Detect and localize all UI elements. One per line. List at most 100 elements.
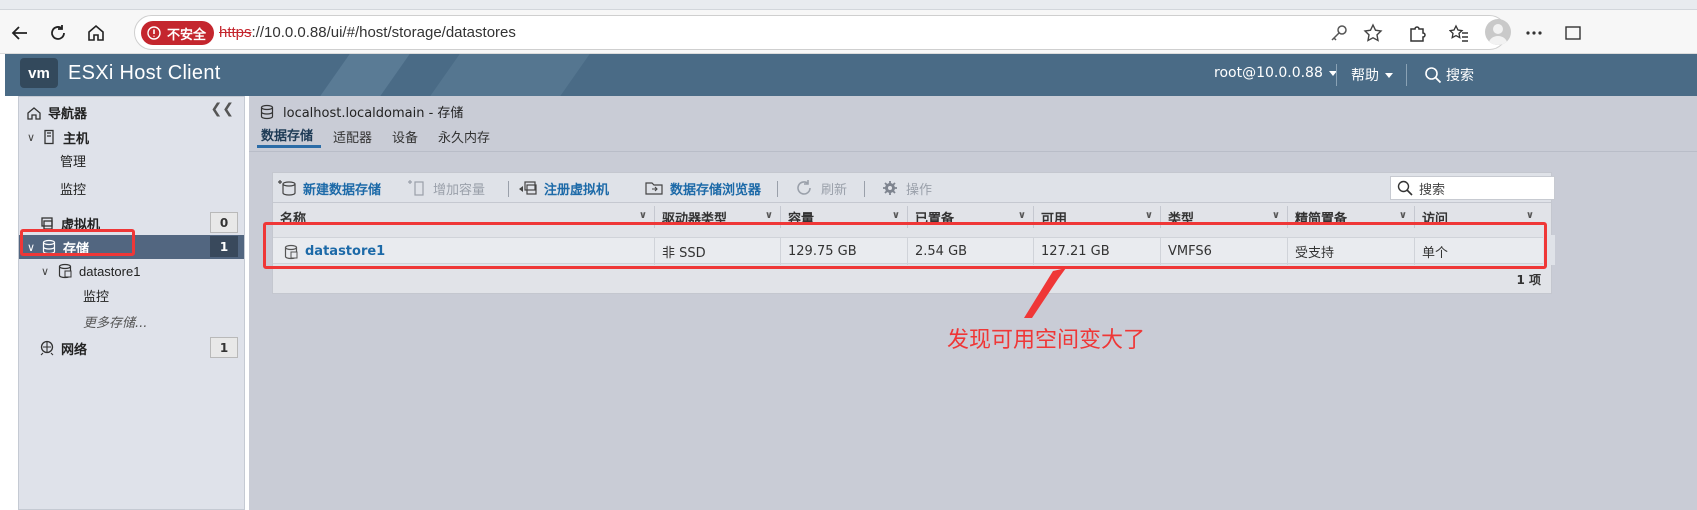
security-label: 不安全 xyxy=(167,27,207,43)
chevron-down-icon: ∨ xyxy=(891,210,900,221)
favorite-star-icon[interactable] xyxy=(1362,22,1384,44)
datastore-toolbar: 新建数据存储 增加容量 注册虚拟机 数据存储浏览器 刷新 操作 搜索 xyxy=(273,173,1555,203)
register-vm-label: 注册虚拟机 xyxy=(544,182,610,198)
chevron-down-icon: ∨ xyxy=(27,130,36,144)
sidebar-item-label: datastore1 xyxy=(79,263,141,279)
search-icon xyxy=(1425,67,1442,84)
navigator-panel: 导航器 ❮❮ ∨ 主机 管理 监控 虚拟机 0 ∨ 存储 1 ∨ datasto… xyxy=(18,96,245,510)
panel-icon xyxy=(1565,26,1581,40)
item-count: 1 项 xyxy=(1516,273,1541,287)
page-title-text: localhost.localdomain - 存储 xyxy=(283,106,464,121)
chevron-down-icon: ∨ xyxy=(1017,210,1026,221)
app-title: ESXi Host Client xyxy=(68,62,221,84)
key-icon[interactable] xyxy=(1328,22,1350,44)
refresh-label: 刷新 xyxy=(821,182,848,198)
search-placeholder: 搜索 xyxy=(1419,182,1446,198)
url-path: ://10.0.0.88/ui/#/host/storage/datastore… xyxy=(251,24,516,41)
chevron-down-icon: ∨ xyxy=(1525,210,1534,221)
tab-persistent-memory[interactable]: 永久内存 xyxy=(434,124,498,148)
actions-button[interactable]: 操作 xyxy=(880,179,933,198)
favorites-button[interactable] xyxy=(1446,20,1472,46)
header-search[interactable]: 搜索 xyxy=(1424,65,1474,85)
sidebar-item-label: 主机 xyxy=(63,131,90,147)
register-vm-button[interactable]: 注册虚拟机 xyxy=(518,179,610,198)
url-protocol: https xyxy=(219,24,252,41)
datastore-browser-button[interactable]: 数据存储浏览器 xyxy=(644,179,762,198)
refresh-icon xyxy=(797,180,811,195)
sidebar-item-network[interactable]: 网络 1 xyxy=(19,336,244,360)
vms-count-badge: 0 xyxy=(210,212,238,233)
actions-label: 操作 xyxy=(906,182,933,198)
home-icon xyxy=(88,24,104,41)
highlight-storage-box xyxy=(20,229,135,256)
refresh-button[interactable]: 刷新 xyxy=(795,179,848,198)
chevron-down-icon: ∨ xyxy=(1398,210,1407,221)
search-icon xyxy=(1397,180,1413,196)
sidebar-item-manage[interactable]: 管理 xyxy=(19,148,244,172)
storage-tabs: 数据存储 适配器 设备 永久内存 xyxy=(257,124,506,150)
tab-adapters[interactable]: 适配器 xyxy=(329,124,380,148)
more-dots-icon xyxy=(1526,31,1542,35)
user-icon xyxy=(1488,24,1508,45)
app-header: vm ESXi Host Client root@10.0.0.88 帮助 搜索 xyxy=(5,54,1697,96)
reload-button[interactable] xyxy=(44,20,72,46)
gear-icon xyxy=(883,181,897,195)
datastore-browser-label: 数据存储浏览器 xyxy=(670,182,762,198)
folder-browser-icon xyxy=(645,182,663,195)
caret-down-icon xyxy=(1385,72,1393,78)
back-button[interactable] xyxy=(6,20,34,46)
extensions-button[interactable] xyxy=(1404,20,1430,46)
browser-toolbar: 不安全 https://10.0.0.88/ui/#/host/storage/… xyxy=(0,10,1697,54)
page-title: localhost.localdomain - 存储 xyxy=(259,102,463,121)
vmware-logo: vm xyxy=(20,58,58,88)
chevron-down-icon: ∨ xyxy=(41,264,50,278)
chevron-down-icon: ∨ xyxy=(1144,210,1153,221)
home-button[interactable] xyxy=(82,20,110,46)
sidebar-item-more-storage[interactable]: 更多存储... xyxy=(19,309,244,333)
user-label: root@10.0.0.88 xyxy=(1214,65,1323,81)
sidebar-item-label: 管理 xyxy=(60,154,87,170)
favorites-list-icon xyxy=(1449,24,1468,42)
warning-icon xyxy=(147,26,161,40)
datastore-icon xyxy=(58,263,72,279)
back-arrow-icon xyxy=(11,26,27,40)
chevron-down-icon: ∨ xyxy=(638,210,647,221)
sidebar-item-monitor[interactable]: 监控 xyxy=(19,176,244,200)
sidebar-item-datastore-monitor[interactable]: 监控 xyxy=(19,283,244,307)
security-badge[interactable]: 不安全 xyxy=(141,21,215,45)
sidebar-item-label: 网络 xyxy=(61,342,88,358)
help-menu[interactable]: 帮助 xyxy=(1351,65,1393,85)
address-bar[interactable]: 不安全 https://10.0.0.88/ui/#/host/storage/… xyxy=(134,15,1507,50)
url-text[interactable]: https://10.0.0.88/ui/#/host/storage/data… xyxy=(219,24,516,41)
datastore-search-input[interactable]: 搜索 xyxy=(1390,176,1555,200)
annotation-text: 发现可用空间变大了 xyxy=(947,328,1146,353)
sidebar-item-label: 更多存储... xyxy=(83,315,148,331)
reload-icon xyxy=(51,25,65,40)
new-datastore-icon xyxy=(278,180,296,196)
storage-count-badge: 1 xyxy=(210,236,238,257)
profile-avatar[interactable] xyxy=(1485,19,1511,45)
network-count-badge: 1 xyxy=(210,337,238,358)
increase-capacity-button[interactable]: 增加容量 xyxy=(407,179,486,198)
sidebar-item-host[interactable]: ∨ 主机 xyxy=(19,125,244,149)
tab-devices[interactable]: 设备 xyxy=(388,124,426,148)
sidebar-toggle-button[interactable] xyxy=(1560,20,1586,46)
tab-datastores[interactable]: 数据存储 xyxy=(257,124,322,148)
new-datastore-label: 新建数据存储 xyxy=(303,182,382,198)
navigator-label: 导航器 xyxy=(48,107,88,122)
collapse-navigator-icon[interactable]: ❮❮ xyxy=(211,101,234,117)
navigator-title: 导航器 xyxy=(26,103,87,122)
sidebar-item-datastore1[interactable]: ∨ datastore1 xyxy=(19,259,244,283)
increase-capacity-label: 增加容量 xyxy=(433,182,486,198)
header-search-label: 搜索 xyxy=(1446,68,1474,84)
help-label: 帮助 xyxy=(1351,68,1379,84)
sidebar-item-label: 监控 xyxy=(83,289,110,305)
server-icon xyxy=(44,129,54,145)
main-content: localhost.localdomain - 存储 数据存储 适配器 设备 永… xyxy=(249,96,1697,510)
network-icon xyxy=(40,340,54,356)
user-menu[interactable]: root@10.0.0.88 xyxy=(1214,65,1337,81)
more-button[interactable] xyxy=(1521,20,1547,46)
sidebar-item-label: 监控 xyxy=(60,182,87,198)
new-datastore-button[interactable]: 新建数据存储 xyxy=(277,179,382,198)
puzzle-icon xyxy=(1410,26,1426,42)
